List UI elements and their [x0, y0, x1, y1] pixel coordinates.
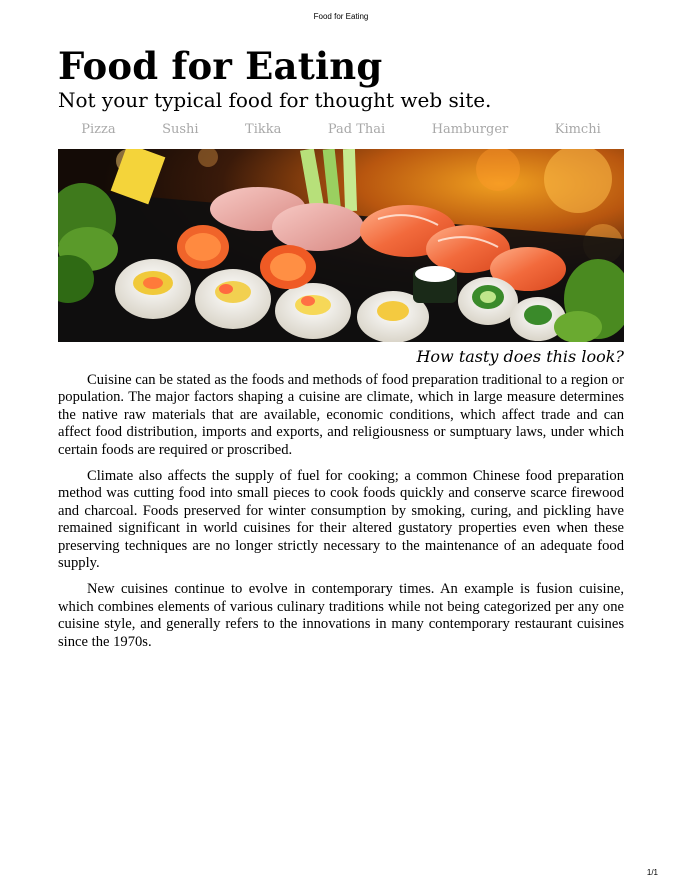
article-body: Cuisine can be stated as the foods and m…	[58, 372, 624, 651]
nav-item-hamburger[interactable]: Hamburger	[432, 121, 509, 149]
nav-item-sushi[interactable]: Sushi	[162, 121, 198, 149]
nav-item-pizza[interactable]: Pizza	[81, 121, 115, 149]
nav-item-tikka[interactable]: Tikka	[245, 121, 281, 149]
nav-item-pad-thai[interactable]: Pad Thai	[328, 121, 385, 149]
article-paragraph: New cuisines continue to evolve in conte…	[58, 581, 624, 650]
hero-image	[58, 149, 624, 342]
sushi-platter-image	[58, 149, 624, 342]
page-number: 1/1	[646, 868, 658, 877]
article-paragraph: Climate also affects the supply of fuel …	[58, 468, 624, 572]
site-tagline: Not your typical food for thought web si…	[58, 88, 492, 112]
running-header: Food for Eating	[313, 12, 369, 21]
site-title: Food for Eating	[58, 44, 383, 88]
nav-item-kimchi[interactable]: Kimchi	[555, 121, 601, 149]
article-paragraph: Cuisine can be stated as the foods and m…	[58, 372, 624, 458]
hero-caption: How tasty does this look?	[416, 347, 624, 366]
main-nav: Pizza Sushi Tikka Pad Thai Hamburger Kim…	[58, 121, 624, 149]
page-content: Food for Eating Not your typical food fo…	[58, 44, 624, 660]
